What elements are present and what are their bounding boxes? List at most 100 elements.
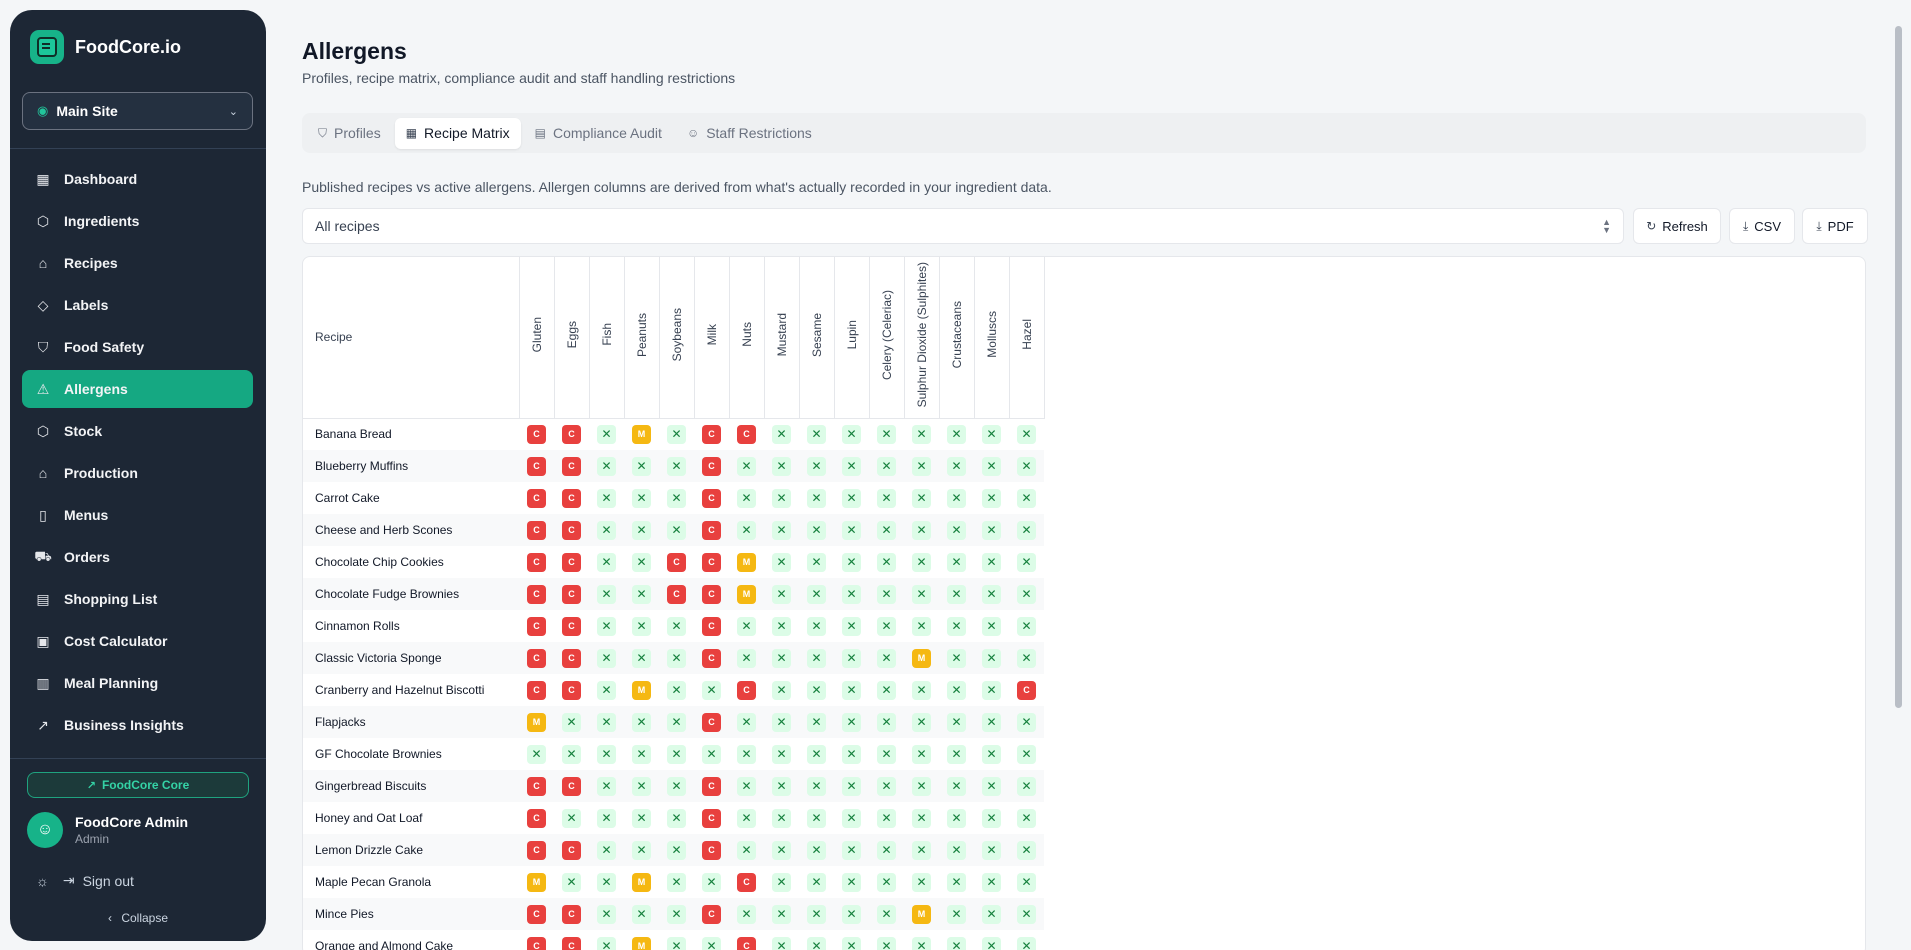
table-row[interactable]: Orange and Almond Cake C C ✕ M ✕ ✕ C ✕ ✕ ✕ ✕ ✕ ✕ ✕ ✕ (303, 930, 1044, 950)
matrix-cell: C (519, 802, 554, 834)
sidebar-item-food-safety[interactable]: ⛉ Food Safety (22, 328, 253, 366)
trend-icon: ↗ (37, 716, 49, 733)
matrix-cell: ✕ (659, 898, 694, 930)
user-profile[interactable]: ☺ FoodCore Admin Admin (27, 812, 188, 848)
sign-out-button[interactable]: Sign out (83, 873, 134, 889)
matrix-cell: ✕ (1009, 482, 1044, 514)
table-row[interactable]: Cranberry and Hazelnut Biscotti C C ✕ M ✕ ✕ C ✕ ✕… (303, 674, 1044, 706)
free-from-icon: ✕ (737, 808, 756, 828)
matrix-cell: C (694, 578, 729, 610)
may-contain-badge: M (912, 648, 931, 668)
tab-compliance-audit[interactable]: ▤ Compliance Audit (524, 118, 673, 149)
sidebar: FoodCore.io ◉ Main Site ⌄ ▦ Dashboard ⬡ Ing… (10, 10, 266, 941)
tab-profiles[interactable]: ⛉ Profiles (307, 118, 392, 149)
sidebar-item-ingredients[interactable]: ⬡ Ingredients (22, 202, 253, 240)
matrix-cell: ✕ (729, 898, 764, 930)
collapse-button[interactable]: ‹ Collapse (10, 911, 266, 925)
matrix-cell: ✕ (904, 706, 939, 738)
theme-toggle-icon[interactable]: ☼ (36, 873, 49, 889)
matrix-cell: ✕ (799, 450, 834, 482)
free-from-icon: ✕ (1017, 424, 1036, 444)
free-from-icon: ✕ (842, 584, 861, 604)
tab-staff-restrictions[interactable]: ☺ Staff Restrictions (676, 118, 823, 149)
table-row[interactable]: Blueberry Muffins C C ✕ ✕ ✕ C ✕ ✕ ✕ ✕ ✕ ✕ ✕ ✕ ✕ (303, 450, 1044, 482)
sidebar-item-menus[interactable]: ▯ Menus (22, 496, 253, 534)
site-select[interactable]: ◉ Main Site ⌄ (22, 92, 253, 130)
sidebar-item-label: Orders (64, 549, 110, 565)
table-row[interactable]: Lemon Drizzle Cake C C ✕ ✕ ✕ C ✕ ✕ ✕ ✕ ✕ ✕ ✕ ✕ ✕ (303, 834, 1044, 866)
sidebar-item-stock[interactable]: ⬡ Stock (22, 412, 253, 450)
sidebar-item-labels[interactable]: ◇ Labels (22, 286, 253, 324)
matrix-cell: ✕ (659, 802, 694, 834)
matrix-cell: ✕ (799, 578, 834, 610)
free-from-icon: ✕ (877, 456, 896, 476)
free-from-icon: ✕ (667, 488, 686, 508)
free-from-icon: ✕ (947, 488, 966, 508)
sidebar-item-orders[interactable]: ⛟ Orders (22, 538, 253, 576)
free-from-icon: ✕ (842, 808, 861, 828)
sidebar-item-business-insights[interactable]: ↗ Business Insights (22, 706, 253, 744)
free-from-icon: ✕ (912, 872, 931, 892)
matrix-cell: ✕ (799, 930, 834, 950)
free-from-icon: ✕ (947, 712, 966, 732)
sidebar-item-production[interactable]: ⌂ Production (22, 454, 253, 492)
matrix-cell: ✕ (764, 866, 799, 898)
sidebar-item-allergens[interactable]: ⚠ Allergens (22, 370, 253, 408)
free-from-icon: ✕ (597, 552, 616, 572)
table-row[interactable]: Maple Pecan Granola M ✕ ✕ M ✕ ✕ C ✕ ✕ ✕ ✕ ✕ ✕ ✕ ✕ (303, 866, 1044, 898)
table-row[interactable]: Classic Victoria Sponge C C ✕ ✕ ✕ C ✕ ✕ ✕ ✕ ✕ M ✕ ✕ ✕ (303, 642, 1044, 674)
table-row[interactable]: Banana Bread C C ✕ M ✕ C C ✕ ✕ ✕ ✕ ✕ ✕ ✕ ✕ (303, 418, 1044, 450)
refresh-button[interactable]: ↻ Refresh (1633, 208, 1721, 244)
sidebar-item-recipes[interactable]: ⌂ Recipes (22, 244, 253, 282)
table-row[interactable]: Cinnamon Rolls C C ✕ ✕ ✕ C ✕ ✕ ✕ ✕ ✕ ✕ ✕ ✕ ✕ (303, 610, 1044, 642)
free-from-icon: ✕ (807, 616, 826, 636)
matrix-cell: ✕ (974, 834, 1009, 866)
table-row[interactable]: Mince Pies C C ✕ ✕ ✕ C ✕ ✕ ✕ ✕ ✕ M ✕ ✕ ✕ (303, 898, 1044, 930)
matrix-cell: ✕ (869, 770, 904, 802)
table-row[interactable]: Honey and Oat Loaf C ✕ ✕ ✕ ✕ C ✕ ✕ ✕ ✕ ✕ ✕ ✕ ✕ ✕ (303, 802, 1044, 834)
free-from-icon: ✕ (807, 488, 826, 508)
page-scrollbar[interactable] (1895, 26, 1902, 708)
matrix-cell: ✕ (904, 610, 939, 642)
matrix-cell: ✕ (624, 610, 659, 642)
package-icon: ⬡ (36, 422, 50, 439)
allergen-column-header: Sesame (799, 257, 835, 419)
table-row[interactable]: Chocolate Fudge Brownies C C ✕ ✕ C C M ✕ ✕ ✕ ✕ ✕ ✕ ✕ ✕ (303, 578, 1044, 610)
allergen-column-label: Lupin (844, 320, 859, 350)
table-row[interactable]: Carrot Cake C C ✕ ✕ ✕ C ✕ ✕ ✕ ✕ ✕ ✕ ✕ ✕ ✕ (303, 482, 1044, 514)
matrix-cell: C (519, 930, 554, 950)
tab-recipe-matrix[interactable]: ▦ Recipe Matrix (394, 117, 521, 149)
sidebar-item-dashboard[interactable]: ▦ Dashboard (22, 160, 253, 198)
free-from-icon: ✕ (597, 840, 616, 860)
free-from-icon: ✕ (912, 520, 931, 540)
sidebar-item-shopping-list[interactable]: ▤ Shopping List (22, 580, 253, 618)
table-row[interactable]: Cheese and Herb Scones C C ✕ ✕ ✕ C ✕ ✕ ✕ ✕ ✕ ✕ ✕ ✕ ✕ (303, 514, 1044, 546)
pdf-button[interactable]: ⤓ PDF (1802, 208, 1868, 244)
matrix-cell: C (519, 514, 554, 546)
table-row[interactable]: Flapjacks M ✕ ✕ ✕ ✕ C ✕ ✕ ✕ ✕ ✕ ✕ ✕ ✕ ✕ (303, 706, 1044, 738)
free-from-icon: ✕ (1017, 488, 1036, 508)
matrix-cell: ✕ (904, 866, 939, 898)
brand[interactable]: FoodCore.io (30, 30, 181, 64)
free-from-icon: ✕ (667, 520, 686, 540)
csv-button[interactable]: ⤓ CSV (1729, 208, 1795, 244)
matrix-cell: ✕ (729, 610, 764, 642)
allergen-column-label: Hazel (1019, 319, 1034, 351)
refresh-icon: ↻ (1646, 219, 1657, 233)
sidebar-item-meal-planning[interactable]: ▥ Meal Planning (22, 664, 253, 702)
free-from-icon: ✕ (982, 808, 1001, 828)
recipe-name: Cinnamon Rolls (315, 619, 400, 633)
plan-badge[interactable]: ↗ FoodCore Core (27, 772, 249, 798)
free-from-icon: ✕ (1017, 776, 1036, 796)
table-row[interactable]: Chocolate Chip Cookies C C ✕ ✕ C C M ✕ ✕ ✕ ✕ ✕ ✕ ✕ ✕ (303, 546, 1044, 578)
free-from-icon: ✕ (807, 776, 826, 796)
free-from-icon: ✕ (982, 744, 1001, 764)
table-row[interactable]: Gingerbread Biscuits C C ✕ ✕ ✕ C ✕ ✕ ✕ ✕ ✕ ✕ ✕ ✕ ✕ (303, 770, 1044, 802)
matrix-cell: ✕ (904, 770, 939, 802)
brand-name: FoodCore.io (75, 36, 181, 57)
table-row[interactable]: GF Chocolate Brownies ✕ ✕ ✕ ✕ ✕ ✕ ✕ ✕ ✕ ✕ ✕ ✕ ✕ ✕ ✕ (303, 738, 1044, 770)
matrix-cell: C (694, 450, 729, 482)
sidebar-item-cost-calculator[interactable]: ▣ Cost Calculator (22, 622, 253, 660)
recipe-filter-select[interactable]: All recipes ▲ ▼ (302, 208, 1624, 244)
matrix-cell: ✕ (939, 898, 974, 930)
